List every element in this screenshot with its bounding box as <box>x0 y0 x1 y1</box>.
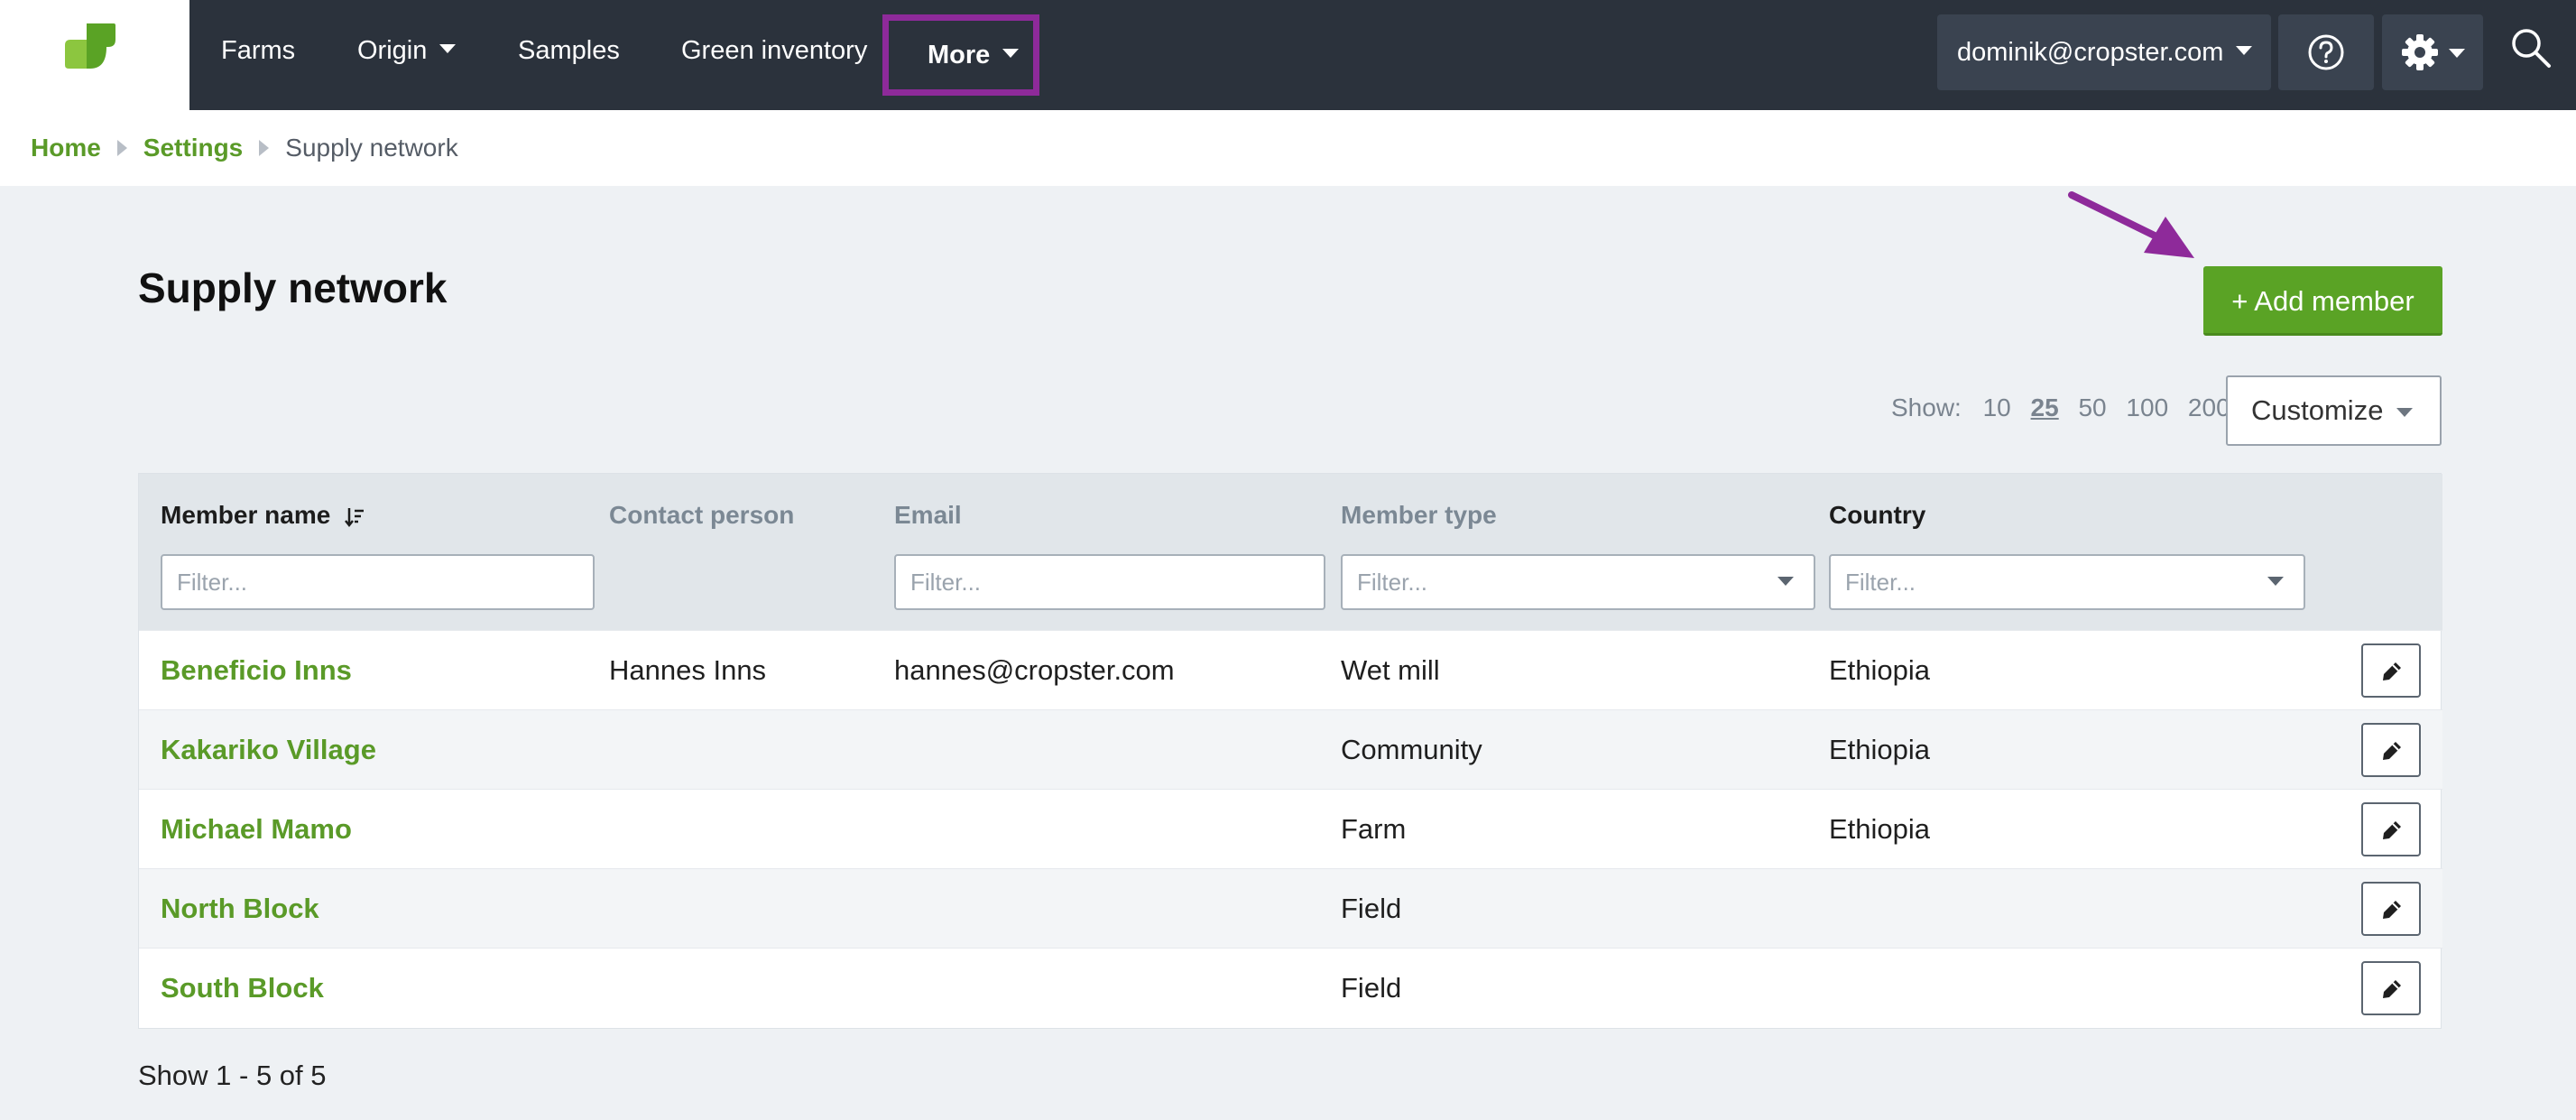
member-type-filter-placeholder: Filter... <box>1357 569 1428 596</box>
country-filter-placeholder: Filter... <box>1845 569 1916 596</box>
table-header: Member name Contact person Email Member … <box>139 474 2442 630</box>
nav-farms[interactable]: Farms <box>221 0 295 101</box>
chevron-down-icon <box>2267 577 2284 586</box>
email-filter-placeholder: Filter... <box>910 569 982 596</box>
country-cell: Ethiopia <box>1829 654 1931 686</box>
annotation-arrow-icon <box>2068 191 2194 258</box>
member-type-cell: Wet mill <box>1341 654 1440 686</box>
nav-samples-label: Samples <box>518 36 620 65</box>
breadcrumb: Home Settings Supply network <box>31 110 458 186</box>
breadcrumb-current: Supply network <box>285 134 458 162</box>
member-name-link[interactable]: North Block <box>161 869 319 949</box>
member-name-link[interactable]: Kakariko Village <box>161 710 376 790</box>
pagination-summary: Show 1 - 5 of 5 <box>138 1060 327 1091</box>
table-row: North Block Field <box>139 868 2442 948</box>
nav-farms-label: Farms <box>221 36 296 65</box>
customize-label: Customize <box>2251 394 2384 426</box>
help-button[interactable] <box>2278 14 2374 90</box>
breadcrumb-settings[interactable]: Settings <box>143 134 243 162</box>
member-type-filter-select[interactable]: Filter... <box>1341 554 1815 610</box>
chevron-down-icon <box>2449 49 2465 58</box>
gear-icon <box>2402 34 2438 70</box>
breadcrumb-bar: Home Settings Supply network <box>0 110 2576 186</box>
member-type-cell: Field <box>1341 893 1402 924</box>
edit-button[interactable] <box>2361 723 2421 777</box>
member-name-filter-placeholder: Filter... <box>177 569 248 596</box>
country-filter-select[interactable]: Filter... <box>1829 554 2305 610</box>
member-name-link[interactable]: Beneficio Inns <box>161 631 352 710</box>
chevron-down-icon <box>1002 49 1020 59</box>
top-navigation-bar: Farms Origin Samples Green inventory Mor… <box>0 0 2576 110</box>
add-member-button[interactable]: + Add member <box>2203 266 2442 336</box>
member-type-cell: Community <box>1341 734 1482 765</box>
chevron-right-icon <box>116 139 127 156</box>
table-row: South Block Field <box>139 948 2442 1027</box>
table-row: Michael Mamo Farm Ethiopia <box>139 789 2442 868</box>
member-name-filter-input[interactable]: Filter... <box>161 554 595 610</box>
member-type-cell: Field <box>1341 972 1402 1004</box>
cropster-logo[interactable] <box>0 0 189 110</box>
search-icon <box>2512 29 2551 68</box>
settings-menu-button[interactable] <box>2382 14 2483 90</box>
pencil-icon <box>2383 821 2401 839</box>
user-email: dominik@cropster.com <box>1957 38 2224 67</box>
edit-button[interactable] <box>2361 802 2421 856</box>
page-size-25[interactable]: 25 <box>2031 393 2059 421</box>
country-cell: Ethiopia <box>1829 734 1931 765</box>
supply-network-table: Member name Contact person Email Member … <box>138 473 2442 1029</box>
edit-button[interactable] <box>2361 643 2421 698</box>
customize-button[interactable]: Customize <box>2226 375 2442 446</box>
page-size-100[interactable]: 100 <box>2126 393 2168 421</box>
column-header-member-type: Member type <box>1341 501 1497 529</box>
member-type-cell: Farm <box>1341 813 1407 845</box>
pencil-icon <box>2383 742 2401 760</box>
sort-descending-icon <box>345 507 365 527</box>
user-menu-button[interactable]: dominik@cropster.com <box>1937 14 2271 90</box>
pencil-icon <box>2383 980 2401 998</box>
page-size-200[interactable]: 200 <box>2188 393 2230 421</box>
chevron-right-icon <box>259 139 270 156</box>
page-size-10[interactable]: 10 <box>1983 393 2011 421</box>
nav-origin[interactable]: Origin <box>357 0 457 101</box>
show-label: Show: <box>1891 393 1962 421</box>
email-filter-input[interactable]: Filter... <box>894 554 1325 610</box>
leaf-logo-icon <box>65 23 115 69</box>
question-circle-icon <box>2308 34 2344 70</box>
table-row: Beneficio Inns Hannes Inns hannes@cropst… <box>139 630 2442 709</box>
nav-more[interactable]: More <box>882 14 1039 96</box>
pencil-icon <box>2383 901 2401 919</box>
email-cell: hannes@cropster.com <box>894 654 1175 686</box>
country-cell: Ethiopia <box>1829 813 1931 845</box>
chevron-down-icon <box>2396 408 2413 417</box>
chevron-down-icon <box>2236 46 2253 56</box>
chevron-down-icon <box>439 44 457 54</box>
pencil-icon <box>2383 662 2401 680</box>
breadcrumb-home[interactable]: Home <box>31 134 101 162</box>
nav-more-label: More <box>928 41 991 69</box>
table-row: Kakariko Village Community Ethiopia <box>139 709 2442 789</box>
chevron-down-icon <box>1777 577 1794 586</box>
nav-samples[interactable]: Samples <box>518 0 620 101</box>
column-header-contact-person: Contact person <box>609 501 795 529</box>
nav-green-inventory[interactable]: Green inventory <box>681 0 867 101</box>
column-header-country[interactable]: Country <box>1829 501 1925 530</box>
nav-origin-label: Origin <box>357 36 428 65</box>
edit-button[interactable] <box>2361 882 2421 936</box>
search-button[interactable] <box>2510 27 2555 76</box>
member-name-link[interactable]: Michael Mamo <box>161 790 352 869</box>
column-header-member-name[interactable]: Member name <box>161 501 365 530</box>
nav-green-inventory-label: Green inventory <box>681 36 868 65</box>
edit-button[interactable] <box>2361 961 2421 1015</box>
page-size-selector: Show: 10 25 50 100 200 <box>1891 393 2243 422</box>
member-name-link[interactable]: South Block <box>161 949 324 1028</box>
page-size-50[interactable]: 50 <box>2078 393 2106 421</box>
column-header-email: Email <box>894 501 962 529</box>
contact-person-cell: Hannes Inns <box>609 654 767 686</box>
page-title: Supply network <box>138 264 448 311</box>
column-header-member-name-label: Member name <box>161 501 331 529</box>
